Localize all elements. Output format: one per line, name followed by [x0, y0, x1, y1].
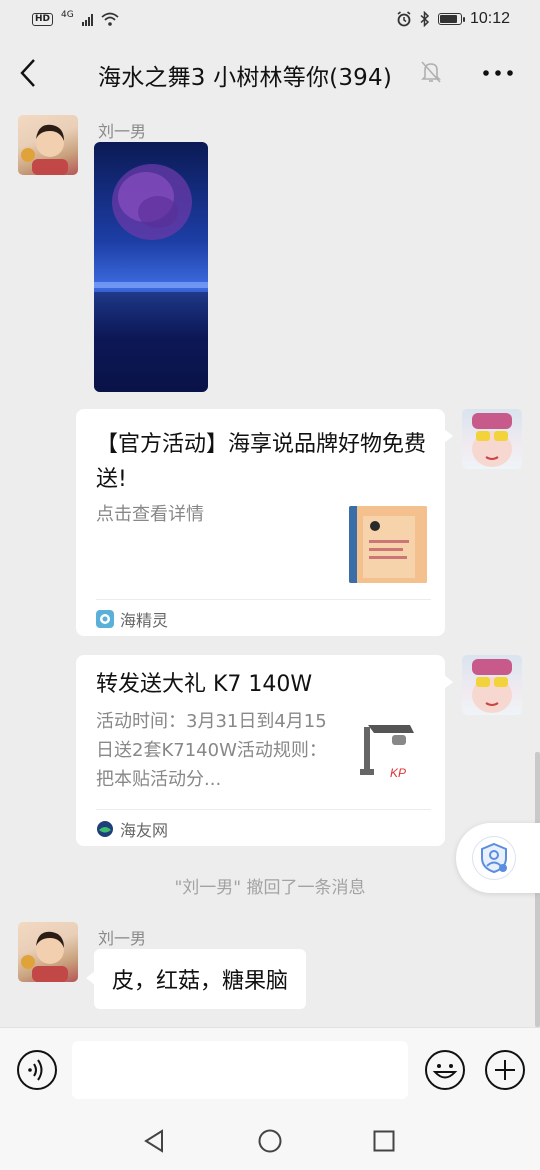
coral-photo: [94, 164, 208, 392]
sender-name: 刘一男: [98, 929, 147, 948]
chevron-left-icon: [20, 59, 35, 87]
card-title: 【官方活动】海享说品牌好物免费送!: [96, 432, 427, 492]
link-card[interactable]: 【官方活动】海享说品牌好物免费送! 点击查看详情 海精灵: [76, 409, 453, 636]
status-time: 10:12: [469, 10, 510, 27]
card-source-label: 海友网: [120, 821, 169, 840]
card-desc: 活动时间：3月31日到4月15日送2套K7140W活动规则：把本贴活动分...: [96, 711, 327, 790]
card-divider: [96, 809, 431, 810]
network-type: 4G: [61, 10, 74, 20]
ellipsis-icon: [483, 70, 513, 76]
text-message[interactable]: 皮，红菇，糖果脑: [85, 949, 307, 1009]
float-inner: [472, 836, 516, 880]
nav-home-button[interactable]: [257, 1128, 283, 1158]
avatar[interactable]: [18, 115, 78, 175]
input-bar: [0, 1027, 540, 1112]
sender-name: 刘一男: [98, 122, 147, 141]
card-source-label: 海精灵: [120, 611, 169, 630]
voice-button[interactable]: [16, 1049, 58, 1095]
card-thumbnail: KP: [348, 715, 426, 787]
card-divider: [96, 599, 431, 600]
cartoon-avatar-image: [472, 413, 512, 467]
more-button[interactable]: [478, 58, 518, 88]
cartoon-avatar-image: [472, 659, 512, 713]
status-right: 10:12: [396, 10, 510, 28]
image-message[interactable]: [94, 142, 208, 392]
nav-back-button[interactable]: [142, 1128, 166, 1158]
avatar[interactable]: [462, 409, 522, 469]
miniprogram-icon: [96, 610, 114, 628]
child-avatar-image: [21, 124, 68, 175]
floating-button[interactable]: [456, 823, 540, 893]
recall-notice: "刘一男" 撤回了一条消息: [174, 878, 366, 898]
signal-icon: [81, 13, 93, 26]
card-thumbnail: [349, 506, 427, 583]
avatar[interactable]: [462, 655, 522, 715]
status-bar: HD 4G 10:12: [0, 0, 540, 38]
chat-title: 海水之舞3 小树林等你(394): [98, 65, 392, 91]
nav-recents-button[interactable]: [373, 1130, 395, 1156]
avatar[interactable]: [18, 922, 78, 982]
plus-button[interactable]: [484, 1049, 526, 1095]
emoji-icon: [425, 1050, 465, 1090]
plus-icon: [485, 1050, 525, 1090]
hd-badge: HD: [32, 12, 54, 26]
link-card[interactable]: 转发送大礼 K7 140W 活动时间：3月31日到4月15日送2套K7140W活…: [76, 655, 453, 846]
alarm-icon: [397, 11, 411, 27]
card-source: 海精灵: [96, 607, 168, 631]
battery-icon: [437, 13, 465, 25]
back-button[interactable]: [14, 56, 46, 92]
triangle-back-icon: [144, 1129, 163, 1153]
system-nav-bar: [0, 1112, 540, 1170]
thumb-logo: KP: [390, 766, 406, 780]
chat-header: 海水之舞3 小树林等你(394): [0, 38, 540, 108]
status-left: HD 4G: [32, 10, 119, 26]
wifi-icon: [101, 12, 119, 26]
bluetooth-icon: [420, 11, 430, 27]
card-title: 转发送大礼 K7 140W: [96, 672, 313, 697]
card-desc: 点击查看详情: [96, 504, 204, 525]
message-text: 皮，红菇，糖果脑: [112, 969, 289, 994]
child-avatar-image: [21, 931, 68, 982]
square-recents-icon: [373, 1130, 395, 1152]
globe-icon: [97, 821, 113, 837]
circle-home-icon: [258, 1129, 282, 1153]
shield-person-icon: [481, 842, 507, 874]
voice-icon: [17, 1050, 57, 1090]
bell-off-icon: [421, 61, 441, 83]
message-input[interactable]: [72, 1041, 408, 1099]
card-source: 海友网: [96, 817, 168, 841]
emoji-button[interactable]: [424, 1049, 466, 1095]
